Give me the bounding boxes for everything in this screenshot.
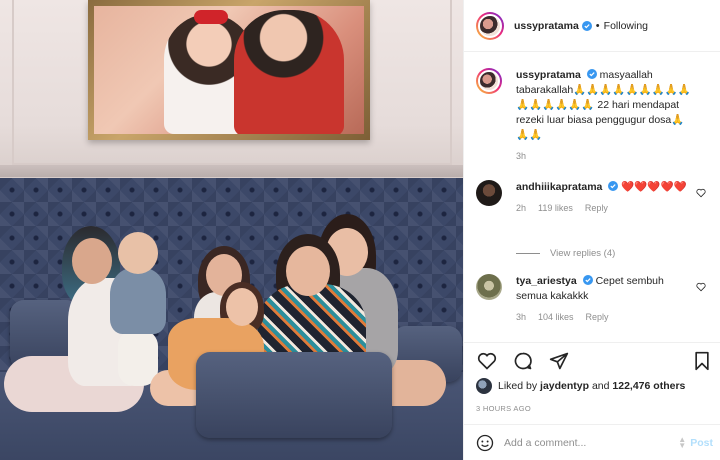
- person-head: [72, 238, 112, 284]
- post-timestamp[interactable]: 3 HOURS AGO: [476, 404, 531, 413]
- like-comment-heart-icon[interactable]: [696, 188, 706, 198]
- caption-time: 3h: [516, 151, 527, 161]
- comment-body: ❤️❤️❤️❤️❤️: [621, 181, 687, 193]
- comment-input[interactable]: [504, 436, 654, 449]
- verified-badge-icon: [582, 275, 593, 285]
- caption-text: ussypratama masyaallah tabarakallah🙏🙏🙏🙏🙏…: [516, 68, 696, 143]
- likes-summary: Liked by jaydentyp and 122,476 others: [476, 378, 685, 394]
- reply-button[interactable]: Reply: [585, 203, 608, 213]
- comment-likes[interactable]: 119 likes: [538, 203, 573, 213]
- post-button-label: Post: [690, 436, 713, 449]
- comment-item: andhiiikapratama ❤️❤️❤️❤️❤️ 2h 119 likes…: [476, 180, 716, 213]
- verified-badge-icon: [581, 20, 592, 31]
- comment-text: andhiiikapratama ❤️❤️❤️❤️❤️: [516, 180, 696, 195]
- post-header: ussypratama • Following: [464, 0, 720, 52]
- liker-avatar[interactable]: [476, 378, 492, 394]
- comment-author[interactable]: tya_ariestya: [516, 275, 577, 287]
- comment-text: tya_ariestya Cepet sembuh semua kakakkk: [516, 274, 696, 304]
- baby: [110, 268, 166, 334]
- view-replies-link[interactable]: View replies (4): [516, 248, 615, 259]
- instagram-post-modal: ussypratama • Following ussypratama masy…: [0, 0, 720, 460]
- bookmark-icon[interactable]: [691, 350, 713, 372]
- baby-head: [118, 232, 158, 274]
- view-replies-label: View replies (4): [550, 248, 616, 259]
- avatar[interactable]: [476, 11, 504, 40]
- author-username[interactable]: ussypratama: [514, 20, 579, 32]
- comment-author[interactable]: andhiiikapratama: [516, 181, 602, 193]
- verified-badge-icon: [586, 69, 597, 79]
- caption: ussypratama masyaallah tabarakallah🙏🙏🙏🙏🙏…: [476, 68, 716, 161]
- share-icon[interactable]: [548, 350, 570, 372]
- verified-badge-icon: [608, 181, 619, 191]
- liked-by-prefix: Liked by: [498, 380, 541, 392]
- action-bar: [464, 342, 720, 378]
- following-button[interactable]: Following: [604, 20, 648, 32]
- comments-list[interactable]: ussypratama masyaallah tabarakallah🙏🙏🙏🙏🙏…: [464, 52, 720, 342]
- pillow: [196, 352, 392, 438]
- post-details-panel: ussypratama • Following ussypratama masy…: [463, 0, 720, 460]
- like-comment-heart-icon[interactable]: [696, 282, 706, 292]
- person-head: [286, 246, 330, 296]
- comment-icon[interactable]: [512, 350, 534, 372]
- post-comment-button[interactable]: ▲ ▼ Post: [678, 434, 713, 450]
- avatar[interactable]: [476, 274, 502, 300]
- wall-molding: [0, 165, 463, 177]
- add-comment-bar: ▲▼ Post: [464, 424, 720, 460]
- emoji-icon[interactable]: [476, 434, 494, 452]
- heart-icon[interactable]: [476, 350, 498, 372]
- comment-item: tya_ariestya Cepet sembuh semua kakakkk …: [476, 274, 716, 322]
- post-photo[interactable]: [0, 0, 463, 460]
- liked-by-and: and: [589, 380, 613, 392]
- reply-button[interactable]: Reply: [586, 312, 609, 322]
- avatar[interactable]: [476, 180, 502, 206]
- resize-handle-icon: ▲ ▼: [678, 434, 687, 450]
- child-head: [226, 288, 258, 326]
- caption-author[interactable]: ussypratama: [516, 69, 581, 81]
- liked-by-count[interactable]: 122,476 others: [612, 380, 685, 392]
- comment-likes[interactable]: 104 likes: [538, 312, 574, 322]
- separator-dot: •: [595, 19, 600, 32]
- avatar[interactable]: [476, 68, 502, 94]
- liked-by-user[interactable]: jaydentyp: [540, 380, 589, 392]
- wall-painting: [88, 0, 370, 140]
- comment-time: 2h: [516, 203, 527, 213]
- comment-time: 3h: [516, 312, 527, 322]
